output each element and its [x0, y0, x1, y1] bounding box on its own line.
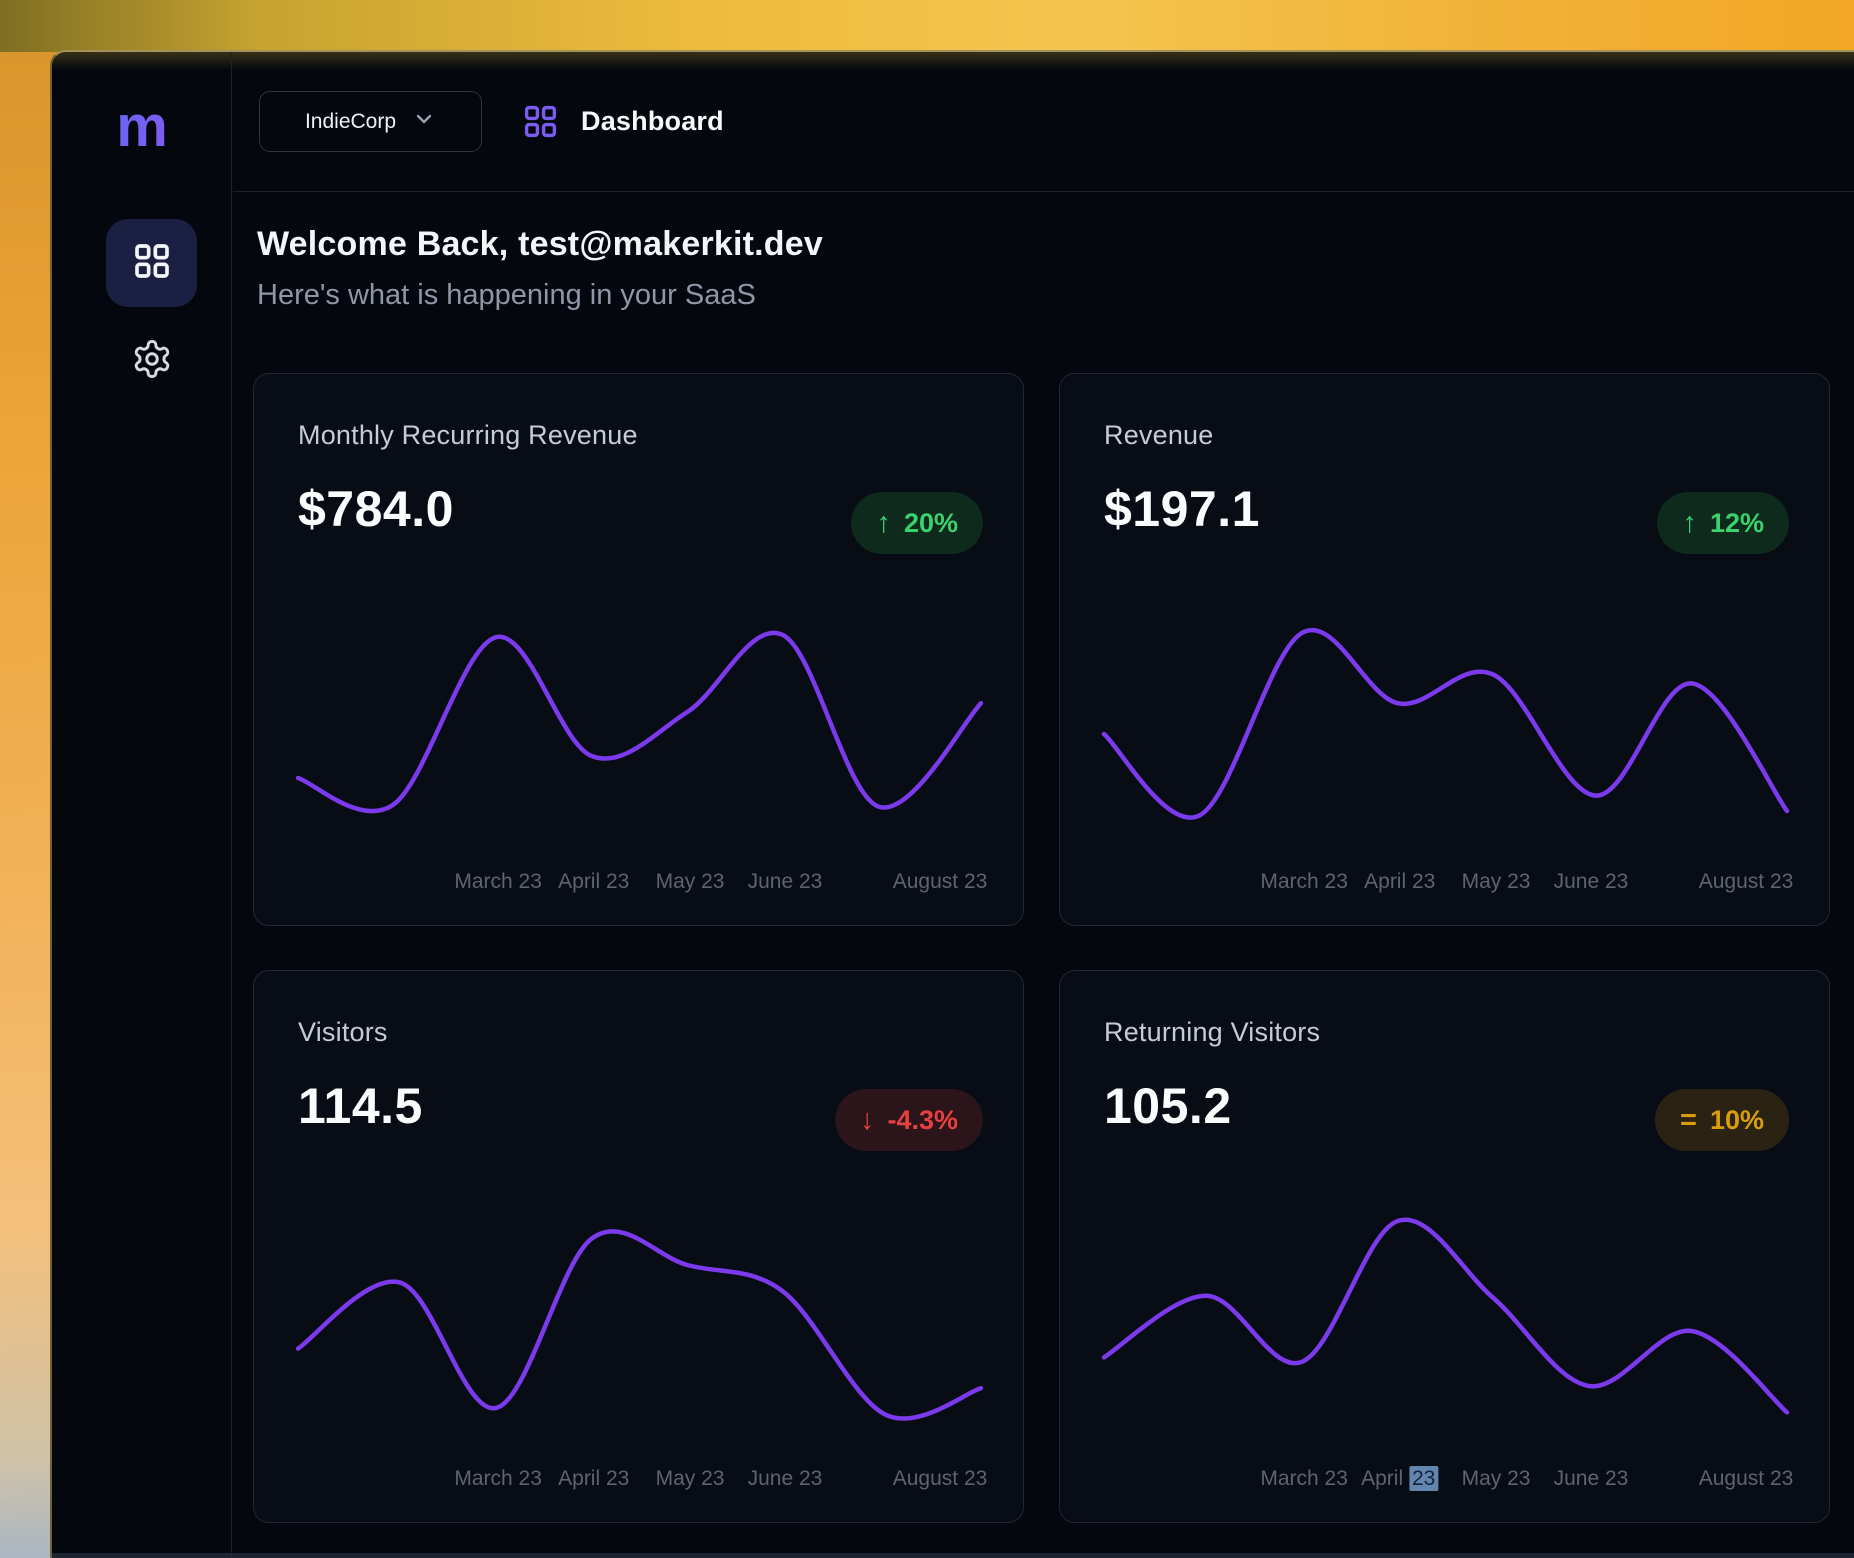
card-title: Revenue [1104, 420, 1213, 451]
sparkline-chart [298, 602, 981, 822]
x-axis-label: May 23 [1462, 1467, 1531, 1491]
x-axis-label: June 23 [748, 1467, 823, 1491]
x-axis-label: May 23 [1462, 870, 1531, 894]
x-axis-label: June 23 [1554, 1467, 1629, 1491]
x-axis-label: June 23 [748, 870, 823, 894]
x-axis-label: May 23 [656, 870, 725, 894]
sparkline-chart [1104, 602, 1787, 822]
sparkline-chart [298, 1199, 981, 1419]
organization-selector[interactable]: IndieCorp [259, 91, 482, 152]
card-title: Monthly Recurring Revenue [298, 420, 638, 451]
trend-icon: ↑ [876, 509, 891, 538]
topbar: IndieCorp Dashboard [233, 52, 1854, 192]
x-axis-labels: March 23April 23May 23June 23August 23 [1104, 1467, 1787, 1499]
x-axis-label: April 23 [1361, 1467, 1438, 1491]
x-axis-label: August 23 [893, 870, 988, 894]
trend-badge: ↑ 20% [851, 492, 983, 554]
trend-change: 20% [904, 508, 958, 539]
trend-badge: ↓ -4.3% [835, 1089, 983, 1151]
x-axis-label: March 23 [1260, 870, 1348, 894]
metric-card-2: Revenue $197.1 ↑ 12% March 23 April 23 May… [1059, 373, 1830, 926]
desktop-wallpaper [0, 0, 1854, 52]
sparkline-path [298, 1231, 981, 1418]
gear-icon [131, 338, 173, 385]
sparkline-path [1104, 1220, 1787, 1413]
metric-card-3: Visitors 114.5 ↓ -4.3% March 23 April 23 M… [253, 970, 1024, 1523]
metric-card-1: Monthly Recurring Revenue $784.0 ↑ 20% M… [253, 373, 1024, 926]
page-title: Dashboard [581, 106, 724, 137]
trend-badge: ↑ 12% [1657, 492, 1789, 554]
x-axis-labels: March 23April 23May 23June 23August 23 [298, 870, 981, 902]
sidebar-item-dashboard[interactable] [106, 219, 197, 307]
trend-change: 10% [1710, 1105, 1764, 1136]
breadcrumb: Dashboard [522, 103, 724, 140]
trend-badge: = 10% [1655, 1089, 1789, 1151]
card-title: Returning Visitors [1104, 1017, 1320, 1048]
x-axis-label: April 23 [558, 870, 629, 894]
trend-change: 12% [1710, 508, 1764, 539]
x-axis-label: August 23 [1699, 1467, 1794, 1491]
card-title: Visitors [298, 1017, 388, 1048]
card-value: $784.0 [298, 480, 454, 538]
app-window: m IndieCorp [50, 50, 1854, 1558]
x-axis-label: August 23 [893, 1467, 988, 1491]
trend-icon: ↑ [1682, 509, 1697, 538]
sparkline-path [298, 633, 981, 811]
sparkline-path [1104, 630, 1787, 818]
x-axis-label: August 23 [1699, 870, 1794, 894]
sidebar: m [52, 52, 232, 1558]
x-axis-labels: March 23April 23May 23June 23August 23 [298, 1467, 981, 1499]
x-axis-label: May 23 [656, 1467, 725, 1491]
trend-icon: = [1680, 1106, 1697, 1135]
x-axis-label: April 23 [1364, 870, 1435, 894]
metric-cards-grid: Monthly Recurring Revenue $784.0 ↑ 20% M… [253, 373, 1830, 1523]
organization-name: IndieCorp [305, 110, 396, 134]
macos-desktop: m IndieCorp [0, 0, 1854, 1558]
dashboard-grid-icon [522, 103, 559, 140]
grid-icon [132, 241, 172, 286]
dashboard-content: Welcome Back, test@makerkit.dev Here's w… [233, 193, 1854, 1558]
text-selection-highlight: 23 [1409, 1466, 1438, 1491]
sparkline-chart [1104, 1199, 1787, 1419]
welcome-subtitle: Here's what is happening in your SaaS [257, 279, 756, 312]
card-value: 105.2 [1104, 1077, 1232, 1135]
card-value: 114.5 [298, 1077, 423, 1135]
card-value: $197.1 [1104, 480, 1260, 538]
x-axis-label: June 23 [1554, 870, 1629, 894]
x-axis-label: March 23 [454, 870, 542, 894]
x-axis-labels: March 23April 23May 23June 23August 23 [1104, 870, 1787, 902]
chevron-down-icon [412, 107, 436, 137]
welcome-heading: Welcome Back, test@makerkit.dev [257, 225, 823, 264]
metric-card-4: Returning Visitors 105.2 = 10% March 23 A… [1059, 970, 1830, 1523]
x-axis-label: March 23 [454, 1467, 542, 1491]
x-axis-label: March 23 [1260, 1467, 1348, 1491]
sidebar-item-settings[interactable] [121, 334, 183, 388]
x-axis-label: April 23 [558, 1467, 629, 1491]
app-logo: m [52, 98, 232, 156]
trend-icon: ↓ [860, 1106, 875, 1135]
trend-change: -4.3% [887, 1105, 958, 1136]
